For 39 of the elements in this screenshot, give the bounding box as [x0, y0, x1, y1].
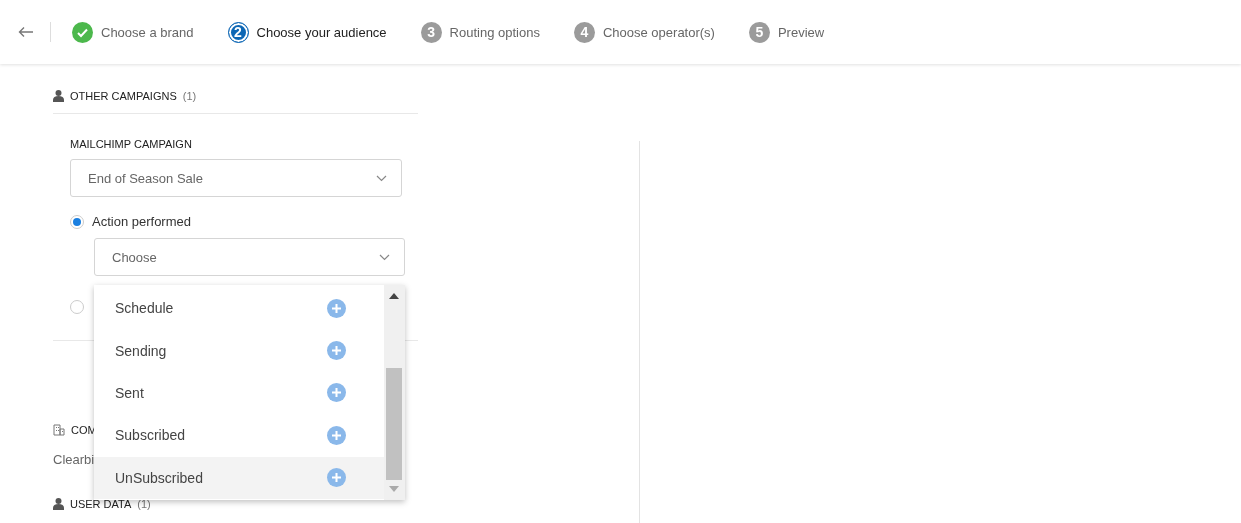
building-icon [53, 424, 65, 436]
step-number: 5 [748, 21, 770, 43]
chevron-down-icon [379, 253, 390, 261]
step-label[interactable]: Routing options [449, 24, 540, 40]
scrollbar[interactable] [384, 285, 405, 500]
action-select[interactable]: Choose [94, 238, 405, 276]
step-number: 2 [227, 21, 249, 43]
step-number: 4 [573, 21, 595, 43]
section-title: OTHER CAMPAIGNS [70, 90, 177, 102]
section-count: (1) [137, 498, 151, 510]
step-number: 3 [420, 21, 442, 43]
chevron-down-icon [376, 174, 387, 182]
section-count: (1) [182, 90, 197, 102]
radio-button[interactable] [70, 300, 84, 314]
campaign-select[interactable]: End of Season Sale [70, 159, 402, 197]
plus-icon[interactable] [327, 468, 346, 488]
menu-item[interactable]: UnSubscribed [94, 456, 384, 499]
section-title: USER DATA [70, 498, 132, 510]
radio-button[interactable] [70, 214, 84, 229]
plus-icon[interactable] [327, 298, 346, 318]
scroll-up-icon[interactable] [389, 293, 399, 299]
scroll-down-icon[interactable] [389, 486, 399, 492]
radio-label: Action performed [92, 214, 191, 229]
step-label[interactable]: Choose your audience [256, 24, 387, 40]
menu-item[interactable]: Subscribed [94, 414, 384, 457]
plus-icon[interactable] [327, 341, 346, 361]
plus-icon[interactable] [327, 425, 346, 445]
step-label[interactable]: Choose a brand [101, 24, 194, 40]
step-label[interactable]: Choose operator(s) [602, 24, 715, 40]
person-icon [53, 498, 64, 510]
back-arrow-icon[interactable] [18, 26, 34, 38]
menu-item[interactable]: Sending [94, 329, 384, 372]
field-label: MAILCHIMP CAMPAIGN [70, 138, 193, 150]
menu-item[interactable]: Sent [94, 371, 384, 415]
plus-icon[interactable] [327, 383, 346, 403]
company-value: Clearbi [53, 452, 96, 468]
person-icon [53, 90, 64, 102]
step-label[interactable]: Preview [777, 24, 825, 40]
menu-item[interactable]: Schedule [94, 287, 384, 330]
